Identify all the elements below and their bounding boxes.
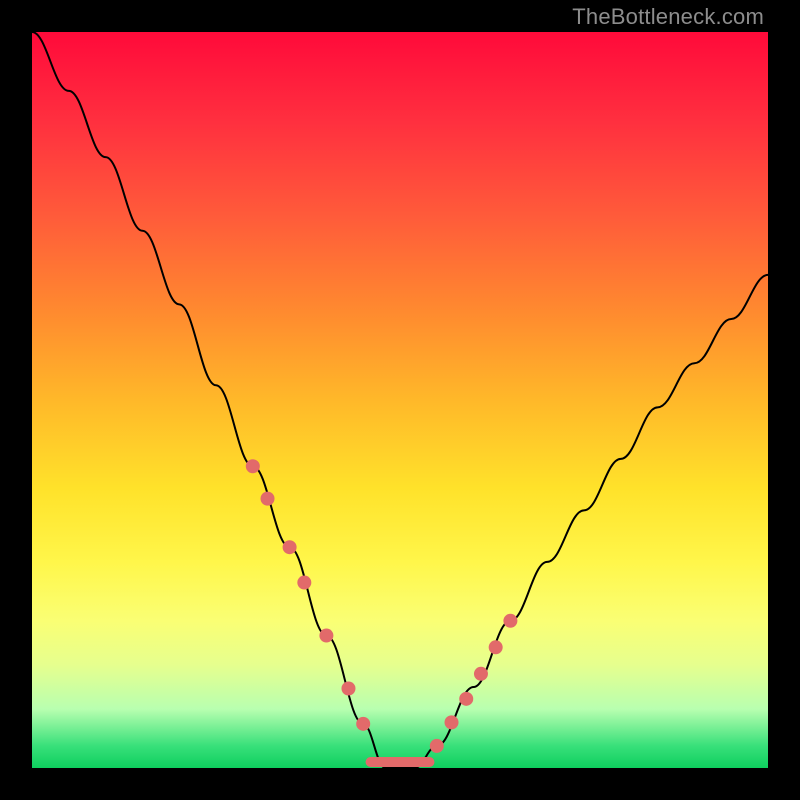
- marker-dot: [430, 739, 444, 753]
- marker-dot: [489, 640, 503, 654]
- curve-layer: [32, 32, 768, 768]
- marker-dot: [341, 682, 355, 696]
- marker-dot: [356, 717, 370, 731]
- marker-dot: [503, 614, 517, 628]
- marker-dot: [474, 667, 488, 681]
- watermark-label: TheBottleneck.com: [572, 4, 764, 30]
- marker-dot: [261, 492, 275, 506]
- marker-dot: [246, 459, 260, 473]
- plot-area: [32, 32, 768, 768]
- right-markers: [430, 614, 518, 753]
- chart-frame: TheBottleneck.com: [0, 0, 800, 800]
- marker-dot: [283, 540, 297, 554]
- marker-dot: [459, 692, 473, 706]
- marker-dot: [445, 715, 459, 729]
- marker-dot: [297, 576, 311, 590]
- bottleneck-curve: [32, 32, 768, 768]
- marker-dot: [319, 629, 333, 643]
